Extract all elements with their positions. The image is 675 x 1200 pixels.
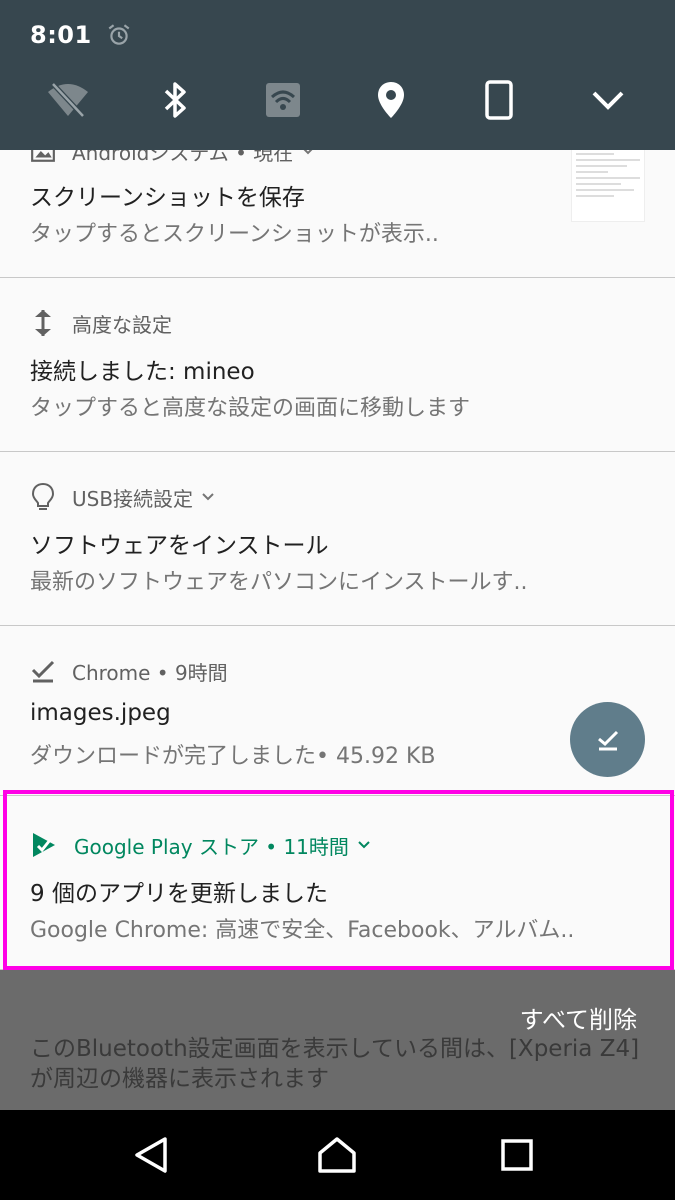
notification-text: 最新のソフトウェアをパソコンにインストールす.. — [30, 570, 528, 595]
navigation-bar — [0, 1110, 675, 1200]
download-done-icon — [597, 730, 618, 750]
notification-header: Androidシステム • 現在 — [30, 150, 315, 166]
notification-header: Chrome • 9時間 — [30, 656, 228, 686]
notification-text: タップすると高度な設定の画面に移動します — [30, 396, 471, 421]
notification-header: USB接続設定 — [30, 482, 215, 512]
google-play-icon — [33, 833, 55, 857]
recents-icon — [501, 1139, 533, 1171]
notification-header: Google Play ストア • 11時間 — [30, 830, 371, 860]
rotation-toggle[interactable] — [469, 70, 529, 130]
lightbulb-icon — [31, 482, 55, 510]
notification-app-name: Chrome • 9時間 — [72, 660, 228, 685]
wifi-off-icon — [48, 82, 88, 118]
vertical-arrows-icon — [35, 310, 51, 336]
notification-text: ダウンロードが完了しました• 45.92 KB — [30, 744, 436, 769]
chevron-down-icon — [301, 150, 315, 156]
bluetooth-toggle[interactable] — [145, 70, 205, 130]
notification-app-name: Google Play ストア • 11時間 — [74, 834, 349, 859]
status-bar: 8:01 — [30, 18, 132, 52]
notification-title: ソフトウェアをインストール — [30, 533, 329, 559]
notification-advanced-settings[interactable]: 高度な設定 接続しました: mineo タップすると高度な設定の画面に移動します — [0, 278, 675, 452]
notification-title: 9 個のアプリを更新しました — [30, 881, 328, 907]
notification-app-name: Androidシステム • 現在 — [72, 150, 294, 165]
image-icon — [31, 150, 55, 162]
chevron-down-icon[interactable] — [357, 840, 371, 850]
expand-chevron-icon — [592, 91, 624, 110]
recents-button[interactable] — [494, 1132, 540, 1178]
notification-header: 高度な設定 — [30, 308, 172, 338]
open-download-button[interactable] — [570, 702, 645, 777]
alarm-icon — [106, 22, 132, 48]
wifi-toggle[interactable] — [38, 70, 98, 130]
quick-settings-row — [0, 70, 675, 130]
chevron-down-icon[interactable] — [201, 492, 215, 502]
location-icon — [378, 82, 404, 118]
screenshot-thumbnail — [571, 150, 645, 222]
notification-screenshot[interactable]: Androidシステム • 現在 スクリーンショットを保存 タップするとスクリー… — [0, 150, 675, 278]
notification-title: スクリーンショットを保存 — [30, 185, 305, 211]
hotspot-toggle[interactable] — [253, 70, 313, 130]
bluetooth-icon — [164, 82, 186, 118]
notification-list: Androidシステム • 現在 スクリーンショットを保存 タップするとスクリー… — [0, 150, 675, 970]
hotspot-icon — [266, 83, 300, 117]
expand-quick-settings-button[interactable] — [578, 70, 638, 130]
notification-title: 接続しました: mineo — [30, 359, 255, 385]
notification-app-name: 高度な設定 — [72, 312, 172, 337]
notification-google-play[interactable]: Google Play ストア • 11時間 9 個のアプリを更新しました Go… — [0, 796, 675, 970]
notification-chrome-download[interactable]: Chrome • 9時間 images.jpeg ダウンロードが完了しました• … — [0, 626, 675, 796]
notification-title: images.jpeg — [30, 700, 171, 726]
back-icon — [135, 1137, 167, 1173]
notification-text: タップするとスクリーンショットが表示.. — [30, 222, 439, 247]
notification-usb-settings[interactable]: USB接続設定 ソフトウェアをインストール 最新のソフトウェアをパソコンにインス… — [0, 452, 675, 626]
bluetooth-visibility-message: このBluetooth設定画面を表示している間は、[Xperia Z4]が周辺の… — [30, 1036, 640, 1092]
download-done-icon — [31, 660, 55, 683]
back-button[interactable] — [128, 1132, 174, 1178]
status-clock: 8:01 — [30, 21, 92, 49]
phone-rotation-icon — [485, 80, 513, 120]
home-button[interactable] — [314, 1132, 360, 1178]
home-icon — [318, 1137, 356, 1173]
notification-app-name: USB接続設定 — [72, 486, 194, 511]
notification-text: Google Chrome: 高速で安全、Facebook、アルバム.. — [30, 918, 575, 943]
clear-all-button[interactable]: すべて削除 — [520, 1000, 637, 1035]
location-toggle[interactable] — [361, 70, 421, 130]
quick-settings-panel: 8:01 — [0, 0, 675, 150]
